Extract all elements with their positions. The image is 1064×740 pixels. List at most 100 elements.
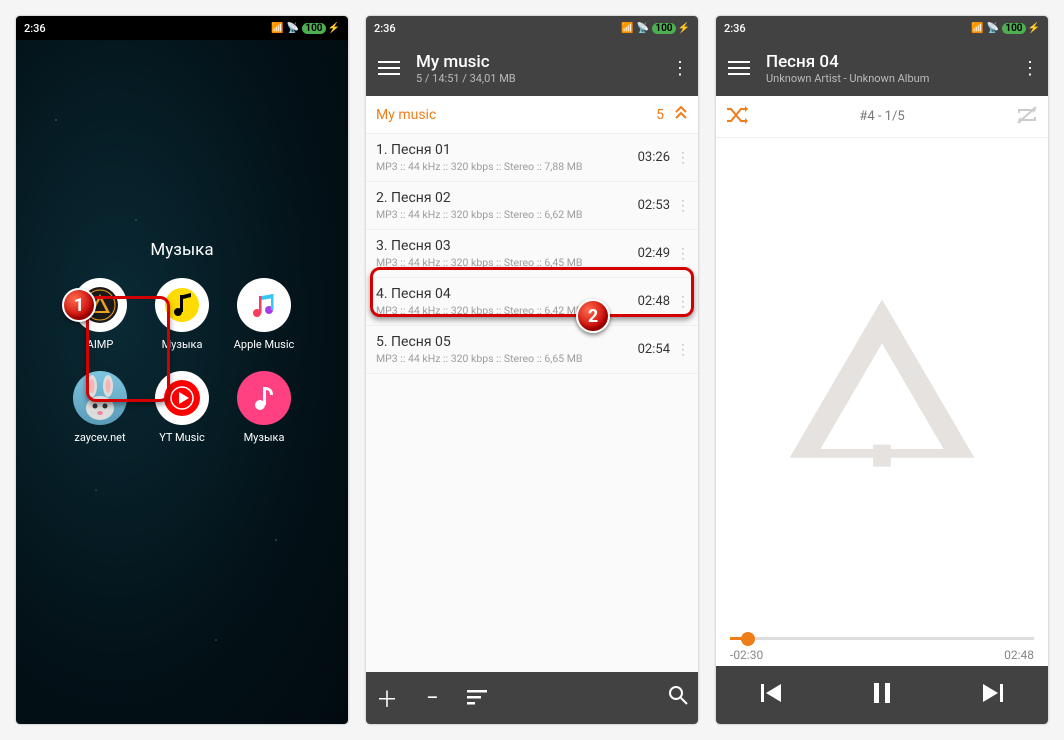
track-menu-icon[interactable]: ⋮ (676, 198, 690, 214)
callout-badge-2: 2 (576, 299, 610, 333)
track-duration: 03:26 (638, 150, 670, 165)
track-menu-icon[interactable]: ⋮ (676, 246, 690, 262)
track-row[interactable]: 2. Песня 02MP3 :: 44 kHz :: 320 kbps :: … (366, 182, 698, 230)
collapse-icon[interactable] (674, 106, 688, 124)
time-total: 02:48 (1004, 648, 1034, 662)
section-name: My music (376, 107, 656, 123)
np-top-controls: #4 - 1/5 (716, 96, 1048, 138)
app-yt-music[interactable]: YT Music (143, 371, 221, 444)
charging-icon: ⚡ (678, 23, 690, 34)
track-duration: 02:49 (638, 246, 670, 261)
track-row[interactable]: 3. Песня 03MP3 :: 44 kHz :: 320 kbps :: … (366, 230, 698, 278)
app-yandex-music[interactable]: Музыка (143, 278, 221, 351)
header-subtitle: 5 / 14:51 / 34,01 MB (416, 72, 668, 85)
track-name: 5. Песня 05 (376, 334, 638, 350)
np-counter: #4 - 1/5 (748, 109, 1016, 124)
track-row[interactable]: 4. Песня 04MP3 :: 44 kHz :: 320 kbps :: … (366, 278, 698, 326)
track-name: 1. Песня 01 (376, 142, 638, 158)
phone-home-screen: 2:36 📶 📡 100⚡ Музыка AIMP Музыка (16, 16, 348, 724)
home-wallpaper: Музыка AIMP Музыка Apple Music (16, 40, 348, 724)
track-list: 1. Песня 01MP3 :: 44 kHz :: 320 kbps :: … (366, 134, 698, 672)
track-meta: MP3 :: 44 kHz :: 320 kbps :: Stereo :: 6… (376, 352, 638, 365)
app-label: AIMP (87, 338, 114, 351)
menu-icon[interactable] (378, 57, 400, 79)
prev-button[interactable] (759, 682, 785, 708)
battery-level: 100 (652, 23, 675, 34)
status-icons: 📶 📡 100⚡ (971, 23, 1040, 34)
xiaomi-music-icon (237, 371, 291, 425)
seek-thumb[interactable] (741, 632, 755, 646)
status-time: 2:36 (724, 22, 746, 35)
track-meta: MP3 :: 44 kHz :: 320 kbps :: Stereo :: 6… (376, 256, 638, 269)
track-meta: MP3 :: 44 kHz :: 320 kbps :: Stereo :: 6… (376, 208, 638, 221)
time-elapsed: -02:30 (730, 648, 763, 662)
search-icon[interactable] (668, 685, 688, 711)
signal-icon: 📶 (621, 23, 633, 34)
np-subtitle: Unknown Artist - Unknown Album (766, 72, 1018, 85)
wifi-icon: 📡 (987, 23, 999, 34)
status-time: 2:36 (24, 22, 46, 35)
status-bar: 2:36 📶 📡 100⚡ (16, 16, 348, 40)
signal-icon: 📶 (271, 23, 283, 34)
track-row[interactable]: 5. Песня 05MP3 :: 44 kHz :: 320 kbps :: … (366, 326, 698, 374)
nowplaying-header: Песня 04 Unknown Artist - Unknown Album … (716, 40, 1048, 96)
signal-icon: 📶 (971, 23, 983, 34)
overflow-menu-icon[interactable]: ⋮ (668, 58, 692, 79)
header-title: My music (416, 52, 668, 72)
yandex-music-icon (155, 278, 209, 332)
overflow-menu-icon[interactable]: ⋮ (1018, 58, 1042, 79)
app-apple-music[interactable]: Apple Music (225, 278, 303, 351)
playlist-bottom-bar: ＋ − (366, 672, 698, 724)
repeat-icon[interactable] (1016, 105, 1038, 129)
track-meta: MP3 :: 44 kHz :: 320 kbps :: Stereo :: 7… (376, 160, 638, 173)
playback-controls (716, 666, 1048, 724)
playlist-header: My music 5 / 14:51 / 34,01 MB ⋮ (366, 40, 698, 96)
status-icons: 📶 📡 100⚡ (621, 23, 690, 34)
callout-badge-1: 1 (62, 288, 96, 322)
app-xiaomi-music[interactable]: Музыка (225, 371, 303, 444)
np-title: Песня 04 (766, 52, 1018, 72)
charging-icon: ⚡ (328, 23, 340, 34)
track-duration: 02:54 (638, 342, 670, 357)
app-zaycev[interactable]: zaycev.net (61, 371, 139, 444)
playlist-section-header[interactable]: My music 5 (366, 96, 698, 134)
add-icon[interactable]: ＋ (376, 682, 398, 714)
folder-title: Музыка (16, 240, 348, 260)
charging-icon: ⚡ (1028, 23, 1040, 34)
app-label: Apple Music (234, 338, 295, 351)
wifi-icon: 📡 (287, 23, 299, 34)
track-duration: 02:48 (638, 294, 670, 309)
yt-music-icon (155, 371, 209, 425)
battery-level: 100 (302, 23, 325, 34)
track-menu-icon[interactable]: ⋮ (676, 294, 690, 310)
menu-icon[interactable] (728, 57, 750, 79)
zaycev-icon (73, 371, 127, 425)
section-count: 5 (656, 107, 664, 123)
remove-icon[interactable]: − (426, 686, 439, 711)
track-menu-icon[interactable]: ⋮ (676, 342, 690, 358)
apple-music-icon (237, 278, 291, 332)
status-bar: 2:36 📶 📡 100⚡ (366, 16, 698, 40)
shuffle-icon[interactable] (726, 105, 748, 129)
pause-button[interactable] (871, 681, 893, 709)
track-duration: 02:53 (638, 198, 670, 213)
seek-bar[interactable]: -02:30 02:48 (716, 627, 1048, 666)
app-label: YT Music (159, 431, 205, 444)
app-label: Музыка (244, 431, 285, 444)
album-art (716, 138, 1048, 627)
track-name: 3. Песня 03 (376, 238, 638, 254)
wifi-icon: 📡 (637, 23, 649, 34)
track-row[interactable]: 1. Песня 01MP3 :: 44 kHz :: 320 kbps :: … (366, 134, 698, 182)
sort-icon[interactable] (467, 686, 487, 711)
status-bar: 2:36 📶 📡 100⚡ (716, 16, 1048, 40)
app-label: Музыка (162, 338, 203, 351)
next-button[interactable] (979, 682, 1005, 708)
app-label: zaycev.net (74, 431, 125, 444)
track-name: 2. Песня 02 (376, 190, 638, 206)
track-menu-icon[interactable]: ⋮ (676, 150, 690, 166)
status-icons: 📶 📡 100⚡ (271, 23, 340, 34)
status-time: 2:36 (374, 22, 396, 35)
phone-nowplaying-screen: 2:36 📶 📡 100⚡ Песня 04 Unknown Artist - … (716, 16, 1048, 724)
phone-playlist-screen: 2:36 📶 📡 100⚡ My music 5 / 14:51 / 34,01… (366, 16, 698, 724)
battery-level: 100 (1002, 23, 1025, 34)
